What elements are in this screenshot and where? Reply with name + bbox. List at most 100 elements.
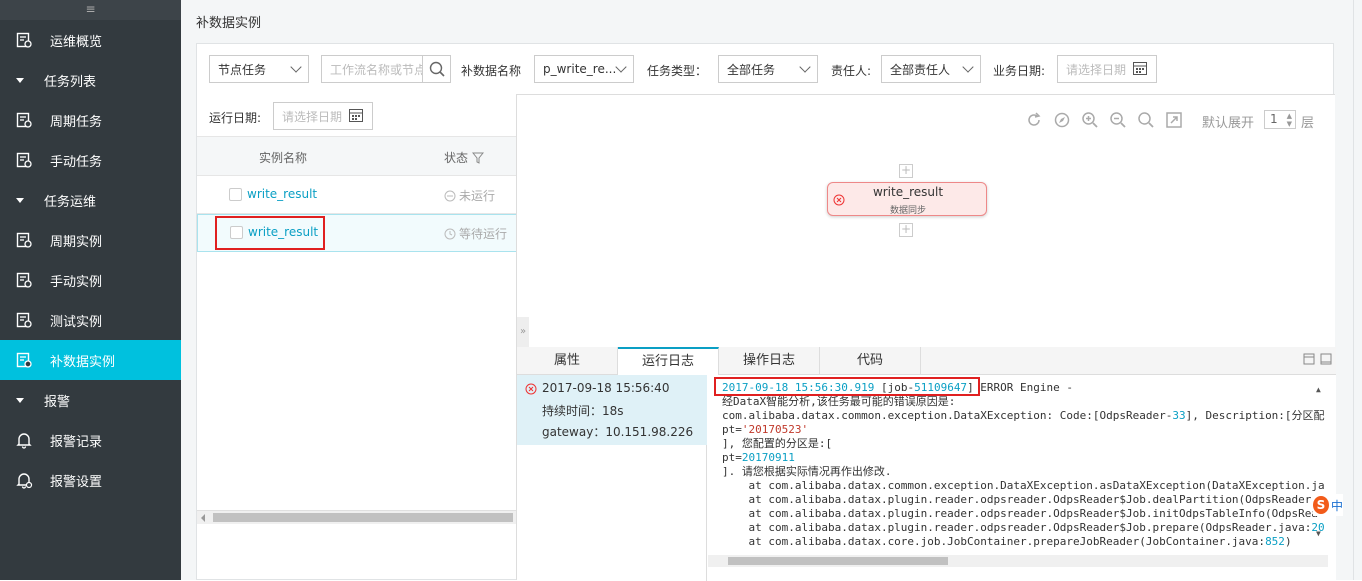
sidebar-item-label: 报警设置 — [50, 474, 103, 490]
expand-label: 默认展开 — [1202, 116, 1255, 131]
sidebar-item-6[interactable]: 手动实例 — [0, 260, 181, 300]
locate-icon[interactable] — [1053, 111, 1071, 129]
chevron-down-icon — [615, 61, 627, 73]
run-time: 2017-09-18 15:56:40 — [542, 381, 670, 395]
log-line: at com.alibaba.datax.plugin.reader.odpsr… — [722, 507, 1319, 520]
search-icon[interactable] — [422, 56, 450, 82]
log-line: pt='20170523' — [722, 423, 809, 436]
expand-upstream-icon[interactable]: + — [899, 164, 913, 178]
dag-node[interactable]: write_result 数据同步 — [827, 182, 987, 216]
log-line: pt=20170911 — [722, 451, 795, 464]
sidebar-group-9[interactable]: 报警 — [0, 380, 181, 420]
chevron-down-icon — [962, 61, 974, 73]
expand-level-stepper[interactable]: 1 ▲ ▼ — [1264, 110, 1296, 129]
table-row[interactable]: write_result 未运行 — [197, 176, 517, 214]
task-type-select[interactable]: 全部任务 — [718, 55, 818, 83]
sidebar-group-4[interactable]: 任务运维 — [0, 180, 181, 220]
run-log-content: 2017-09-18 15:56:30.919 [job-51109647] E… — [708, 375, 1336, 581]
tab-code[interactable]: 代码 — [820, 347, 921, 375]
sidebar-item-11[interactable]: 报警设置 — [0, 460, 181, 500]
search-icon[interactable] — [1137, 111, 1155, 129]
sidebar-item-2[interactable]: 周期任务 — [0, 100, 181, 140]
calendar-icon[interactable] — [1132, 60, 1148, 79]
owner-select[interactable]: 全部责任人 — [881, 55, 981, 83]
sidebar-item-3[interactable]: 手动任务 — [0, 140, 181, 180]
scroll-thumb[interactable] — [213, 513, 513, 522]
sidebar-item-label: 报警记录 — [50, 434, 103, 450]
biz-date-placeholder: 请选择日期 — [1066, 62, 1127, 77]
manual-task-icon — [14, 150, 34, 170]
node-type-value: 节点任务 — [218, 62, 267, 77]
column-status: 状态 — [444, 149, 485, 166]
collapse-left-icon[interactable]: » — [517, 317, 529, 347]
tab-run-log[interactable]: 运行日志 — [618, 347, 719, 375]
status-text: 等待运行 — [459, 227, 508, 241]
column-status-label: 状态 — [444, 151, 469, 165]
filter-icon[interactable] — [472, 152, 485, 164]
node-type-select[interactable]: 节点任务 — [209, 55, 309, 83]
minimize-icon[interactable] — [1320, 353, 1332, 365]
sidebar-item-10[interactable]: 报警记录 — [0, 420, 181, 460]
page-scrollbar[interactable] — [1353, 0, 1362, 580]
task-type-value: 全部任务 — [727, 62, 776, 77]
sidebar-group-1[interactable]: 任务列表 — [0, 60, 181, 100]
row-checkbox[interactable] — [229, 188, 242, 201]
ime-mode: 中 — [1330, 498, 1343, 513]
tab-properties[interactable]: 属性 — [517, 347, 618, 375]
main-area: 补数据实例 节点任务 工作流名称或节点 补数据名称 p_write_re... … — [181, 0, 1362, 581]
scroll-thumb[interactable] — [728, 557, 948, 565]
sidebar-item-7[interactable]: 测试实例 — [0, 300, 181, 340]
chevron-down-icon — [799, 61, 811, 73]
task-type-label: 任务类型： — [647, 64, 708, 78]
tab-operation-log[interactable]: 操作日志 — [719, 347, 820, 375]
status-text: 未运行 — [459, 189, 496, 203]
log-line: ], 您配置的分区是:[ — [722, 437, 833, 450]
expand-downstream-icon[interactable]: + — [899, 223, 913, 237]
restore-icon[interactable] — [1303, 353, 1315, 365]
log-line: ]. 请您根据实际情况再作出修改. — [722, 465, 892, 478]
calendar-icon[interactable] — [348, 107, 364, 126]
node-name: write_result — [872, 185, 944, 199]
manual-instance-icon — [14, 270, 34, 290]
sidebar-item-label: 周期任务 — [50, 114, 103, 130]
run-duration: 持续时间：18s — [542, 404, 624, 418]
error-icon — [525, 383, 537, 395]
caret-down-icon — [16, 397, 24, 403]
instance-link[interactable]: write_result — [247, 187, 317, 201]
backfill-name-select[interactable]: p_write_re... — [534, 55, 634, 83]
table-scrollbar[interactable] — [197, 510, 517, 524]
expand-level-value: 1 — [1270, 112, 1278, 126]
sidebar-item-label: 报警 — [44, 394, 71, 410]
run-history-item[interactable]: 2017-09-18 15:56:40 持续时间：18s gateway：10.… — [517, 375, 707, 445]
scroll-down-icon[interactable]: ▼ — [1316, 527, 1321, 541]
log-horizontal-scrollbar[interactable] — [708, 555, 1328, 567]
dag-panel: 默认展开 1 ▲ ▼ 层 + write_result 数据同步 + » 属性 运… — [516, 94, 1336, 581]
backfill-instance-icon — [14, 350, 34, 370]
sidebar-item-label: 手动实例 — [50, 274, 103, 290]
scroll-up-icon[interactable]: ▲ — [1316, 383, 1321, 397]
workflow-search-input[interactable]: 工作流名称或节点 — [321, 55, 451, 83]
sidebar-item-8[interactable]: 补数据实例 — [0, 340, 181, 380]
sidebar-collapse-icon[interactable]: ≡ — [0, 0, 181, 20]
sidebar-item-5[interactable]: 周期实例 — [0, 220, 181, 260]
run-date-input[interactable]: 请选择日期 — [273, 102, 373, 130]
sidebar-item-label: 运维概览 — [50, 34, 103, 50]
stepper-arrows-icon[interactable]: ▲ ▼ — [1287, 112, 1292, 128]
sidebar-item-label: 补数据实例 — [50, 354, 116, 370]
biz-date-label: 业务日期: — [993, 64, 1046, 78]
log-line: at com.alibaba.datax.plugin.reader.odpsr… — [722, 521, 1325, 534]
caret-down-icon — [16, 77, 24, 83]
fullscreen-icon[interactable] — [1165, 111, 1183, 129]
run-history-list: 2017-09-18 15:56:40 持续时间：18s gateway：10.… — [517, 375, 707, 581]
zoom-out-icon[interactable] — [1109, 111, 1127, 129]
run-gateway: gateway：10.151.98.226 — [542, 425, 694, 439]
cycle-task-icon — [14, 110, 34, 130]
sidebar-item-label: 测试实例 — [50, 314, 103, 330]
log-line: 经DataX智能分析,该任务最可能的错误原因是: — [722, 395, 956, 408]
refresh-icon[interactable] — [1025, 111, 1043, 129]
backfill-name-value: p_write_re... — [543, 62, 617, 76]
zoom-in-icon[interactable] — [1081, 111, 1099, 129]
scroll-left-icon[interactable] — [201, 514, 205, 522]
sidebar-item-0[interactable]: 运维概览 — [0, 20, 181, 60]
biz-date-input[interactable]: 请选择日期 — [1057, 55, 1157, 83]
